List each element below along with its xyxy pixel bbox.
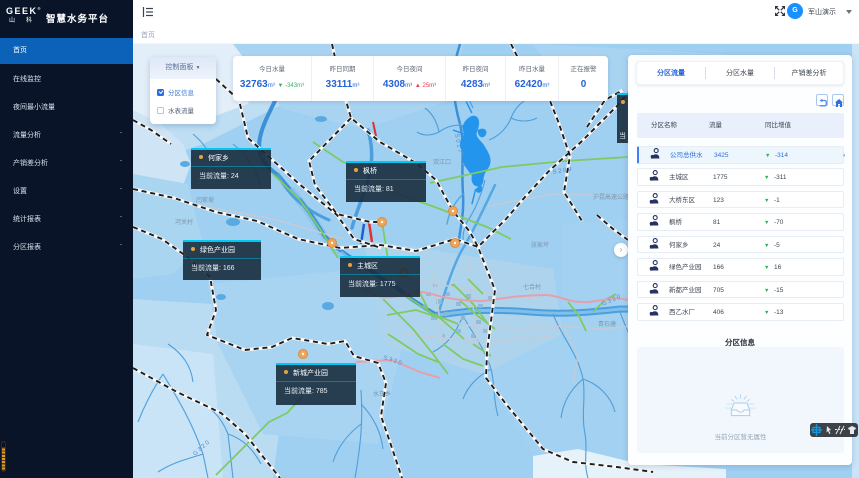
svg-text:青石塘: 青石塘 (598, 320, 616, 328)
svg-text:沪昆高速公路: 沪昆高速公路 (593, 193, 629, 201)
svg-text:河关村: 河关村 (175, 218, 193, 226)
svg-text:张家坪: 张家坪 (531, 241, 549, 249)
svg-text:水车乡: 水车乡 (373, 390, 391, 398)
svg-text:七合村: 七合村 (523, 283, 541, 291)
svg-text:双江口: 双江口 (433, 159, 451, 166)
svg-text:闫家坡: 闫家坡 (196, 196, 214, 204)
